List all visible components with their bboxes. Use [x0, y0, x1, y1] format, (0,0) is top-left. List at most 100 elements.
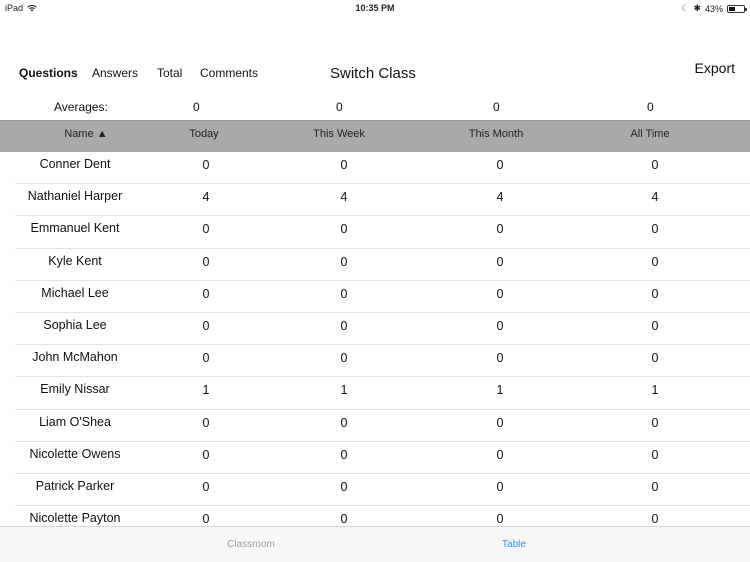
- table-row[interactable]: Conner Dent 0 0 0 0: [15, 152, 750, 185]
- cell-all-time: 0: [651, 318, 659, 333]
- cell-this-month: 0: [496, 351, 504, 366]
- cell-all-time: 0: [651, 222, 659, 237]
- segment-comments[interactable]: Comments: [200, 66, 258, 80]
- export-button[interactable]: Export: [695, 60, 735, 76]
- cell-this-month: 0: [496, 286, 504, 301]
- table-row[interactable]: Emmanuel Kent 0 0 0 0: [15, 216, 750, 249]
- cell-all-time: 0: [651, 479, 659, 494]
- cell-this-week: 0: [340, 254, 348, 269]
- battery-percent: 43%: [704, 3, 723, 14]
- cell-this-week: 0: [340, 447, 348, 462]
- cell-all-time: 0: [651, 447, 659, 462]
- cell-all-time: 0: [651, 286, 659, 301]
- cell-this-month: 0: [496, 318, 504, 333]
- cell-this-month: 0: [496, 222, 504, 237]
- table-row[interactable]: Sophia Lee 0 0 0 0: [15, 313, 750, 346]
- tab-table[interactable]: Table: [502, 539, 526, 550]
- cell-name: Nicolette Owens: [29, 446, 121, 461]
- average-all-time: 0: [647, 100, 654, 114]
- cell-this-month: 1: [496, 383, 504, 398]
- cell-today: 1: [202, 383, 210, 398]
- segment-total[interactable]: Total: [157, 66, 182, 80]
- cell-this-week: 0: [340, 351, 348, 366]
- tab-bar: Classroom Table: [0, 526, 750, 562]
- cell-this-week: 0: [340, 479, 348, 494]
- cell-today: 0: [202, 447, 210, 462]
- cell-today: 0: [202, 222, 210, 237]
- cell-this-month: 4: [496, 190, 504, 205]
- cell-today: 0: [202, 351, 210, 366]
- cell-all-time: 0: [651, 512, 659, 526]
- cell-name: Patrick Parker: [35, 478, 115, 493]
- averages-row: Averages: 0 0 0 0: [0, 98, 750, 118]
- cell-today: 0: [202, 286, 210, 301]
- clock: 10:35 PM: [355, 3, 395, 13]
- table-row[interactable]: Michael Lee 0 0 0 0: [15, 281, 750, 313]
- cell-today: 0: [202, 479, 210, 494]
- table-row[interactable]: Nathaniel Harper 4 4 4 4: [15, 184, 750, 217]
- cell-this-month: 0: [496, 447, 504, 462]
- cell-this-week: 0: [340, 286, 348, 301]
- cell-name: Nathaniel Harper: [27, 189, 123, 204]
- table-row[interactable]: Nicolette Payton 0 0 0 0: [15, 506, 750, 526]
- cell-name: Sophia Lee: [43, 317, 107, 332]
- cell-all-time: 1: [651, 383, 659, 398]
- switch-class-button[interactable]: Switch Class: [330, 65, 416, 82]
- average-week: 0: [336, 100, 343, 114]
- cell-this-week: 0: [340, 415, 348, 430]
- cell-this-week: 0: [340, 318, 348, 333]
- cell-this-week: 0: [340, 512, 348, 526]
- table-header: Name ▲ Today This Week This Month All Ti…: [0, 120, 750, 152]
- column-header-all-time[interactable]: All Time: [630, 128, 669, 140]
- cell-this-week: 0: [340, 222, 348, 237]
- cell-name: Nicolette Payton: [29, 511, 121, 526]
- segment-questions[interactable]: Questions: [19, 66, 78, 80]
- table-row[interactable]: Emily Nissar 1 1 1 1: [15, 377, 750, 410]
- status-bar: iPad 10:35 PM ☾ ✱ 43%: [0, 0, 750, 16]
- cell-this-month: 0: [496, 479, 504, 494]
- cell-all-time: 0: [651, 415, 659, 430]
- bluetooth-icon: ✱: [693, 3, 701, 13]
- cell-this-month: 0: [496, 415, 504, 430]
- table-row[interactable]: Liam O'Shea 0 0 0 0: [15, 410, 750, 442]
- cell-today: 0: [202, 415, 210, 430]
- cell-name: Emily Nissar: [40, 382, 110, 397]
- cell-this-week: 4: [340, 190, 348, 205]
- cell-this-month: 0: [496, 158, 504, 172]
- segment-answers[interactable]: Answers: [92, 66, 138, 80]
- column-header-this-month[interactable]: This Month: [469, 128, 523, 140]
- table-body[interactable]: Conner Dent 0 0 0 0 Nathaniel Harper 4 4 4 4 Emman…: [0, 152, 750, 526]
- battery-icon: [727, 4, 747, 13]
- cell-this-week: 1: [340, 383, 348, 398]
- table-row[interactable]: Patrick Parker 0 0 0 0: [15, 474, 750, 507]
- cell-today: 4: [202, 190, 210, 205]
- cell-today: 0: [202, 254, 210, 269]
- cell-today: 0: [202, 158, 210, 172]
- tab-classroom[interactable]: Classroom: [227, 539, 275, 550]
- table-row[interactable]: John McMahon 0 0 0 0: [15, 345, 750, 378]
- cell-name: John McMahon: [32, 350, 118, 365]
- cell-this-week: 0: [340, 158, 348, 172]
- cell-today: 0: [202, 512, 210, 526]
- cell-this-month: 0: [496, 254, 504, 269]
- average-today: 0: [193, 100, 200, 114]
- cell-all-time: 0: [651, 158, 659, 172]
- toolbar: Questions Answers Total Comments Switch …: [0, 60, 750, 90]
- cell-name: Michael Lee: [41, 285, 109, 300]
- table-row[interactable]: Kyle Kent 0 0 0 0: [15, 249, 750, 281]
- cell-name: Liam O'Shea: [39, 414, 111, 429]
- cell-today: 0: [202, 318, 210, 333]
- column-header-today[interactable]: Today: [189, 128, 218, 140]
- average-month: 0: [493, 100, 500, 114]
- column-header-this-week[interactable]: This Week: [313, 128, 365, 140]
- table-row[interactable]: Nicolette Owens 0 0 0 0: [15, 442, 750, 474]
- column-header-name[interactable]: Name ▲: [64, 128, 107, 140]
- cell-all-time: 0: [651, 351, 659, 366]
- cell-this-month: 0: [496, 512, 504, 526]
- cell-name: Kyle Kent: [48, 253, 102, 268]
- cell-name: Conner Dent: [39, 157, 111, 171]
- cell-all-time: 0: [651, 254, 659, 269]
- cell-name: Emmanuel Kent: [30, 221, 120, 236]
- cell-all-time: 4: [651, 190, 659, 205]
- moon-icon: ☾: [681, 3, 690, 13]
